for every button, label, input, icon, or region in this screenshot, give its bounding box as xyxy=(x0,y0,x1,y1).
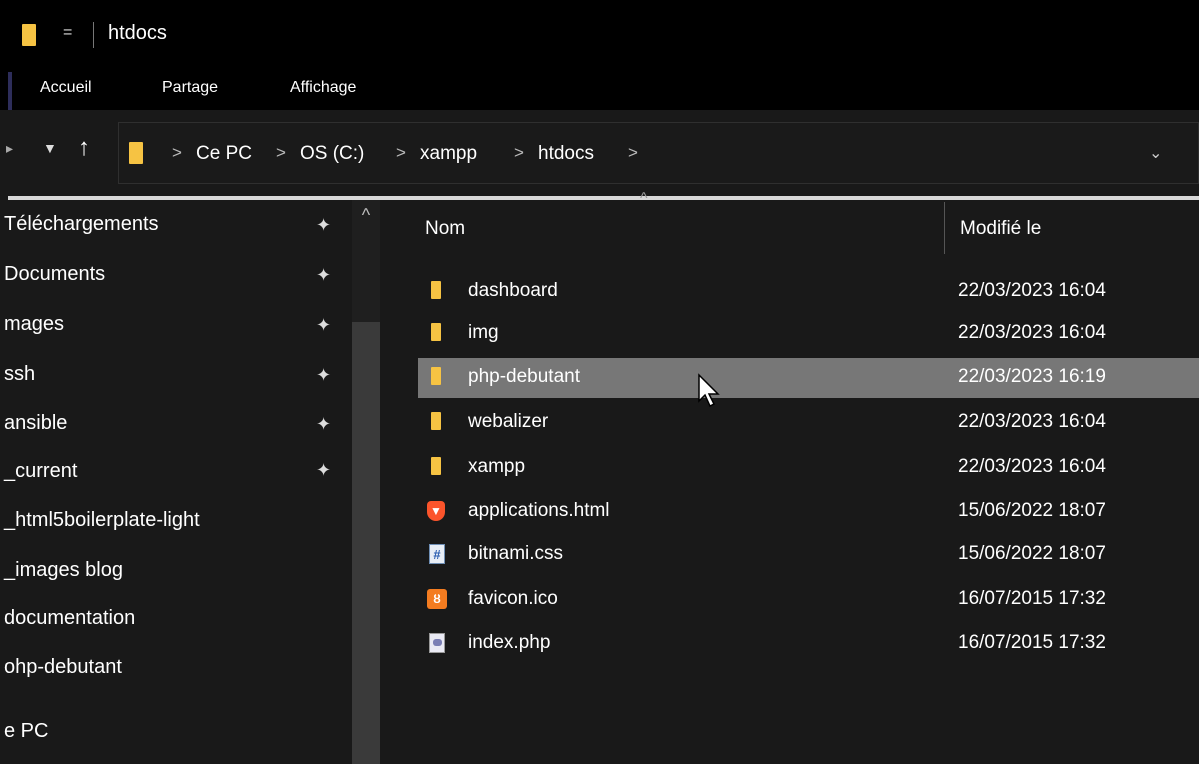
file-name: webalizer xyxy=(468,411,549,432)
breadcrumb-separator: > xyxy=(172,143,182,162)
file-row-favicon-ico[interactable]: ȣ favicon.ico 16/07/2015 17:32 xyxy=(418,580,1199,620)
breadcrumb-ce-pc[interactable]: Ce PC xyxy=(196,143,252,165)
ribbon-accent xyxy=(8,72,12,110)
xampp-icon: ȣ xyxy=(427,589,447,609)
breadcrumb-os-c[interactable]: OS (C:) xyxy=(300,143,364,165)
file-row-bitnami-css[interactable]: # bitnami.css 15/06/2022 18:07 xyxy=(418,535,1199,575)
file-name: xampp xyxy=(468,456,526,477)
nav-item-documents[interactable]: Documents xyxy=(4,263,105,286)
css-file-icon: # xyxy=(429,544,445,564)
file-name: index.php xyxy=(468,632,551,653)
breadcrumb-separator: > xyxy=(628,143,638,162)
file-name: img xyxy=(468,322,499,343)
file-row-php-debutant[interactable]: php-debutant 22/03/2023 16:19 xyxy=(418,358,1199,398)
nav-item-html5boilerplate[interactable]: _html5boilerplate-light xyxy=(4,509,200,532)
nav-item-ce-pc[interactable]: e PC xyxy=(4,720,48,743)
folder-icon xyxy=(22,24,36,46)
file-row-dashboard[interactable]: dashboard 22/03/2023 16:04 xyxy=(418,272,1199,312)
file-row-xampp[interactable]: xampp 22/03/2023 16:04 xyxy=(418,448,1199,488)
back-arrow-icon[interactable]: ▸ xyxy=(6,140,13,157)
folder-icon xyxy=(431,457,441,475)
file-row-webalizer[interactable]: webalizer 22/03/2023 16:04 xyxy=(418,403,1199,443)
breadcrumb-xampp[interactable]: xampp xyxy=(420,143,477,165)
file-row-img[interactable]: img 22/03/2023 16:04 xyxy=(418,314,1199,354)
tab-affichage[interactable]: Affichage xyxy=(290,79,356,97)
tab-accueil[interactable]: Accueil xyxy=(40,79,92,97)
column-header-name[interactable]: Nom xyxy=(425,218,465,240)
file-modified: 15/06/2022 18:07 xyxy=(958,543,1106,564)
nav-item-php-debutant[interactable]: ohp-debutant xyxy=(4,656,122,679)
folder-icon xyxy=(431,412,441,430)
pin-icon: ✦ xyxy=(316,414,332,434)
file-row-applications-html[interactable]: ▼ applications.html 15/06/2022 18:07 xyxy=(418,492,1199,532)
nav-item-documentation[interactable]: documentation xyxy=(4,607,135,630)
file-name: applications.html xyxy=(468,500,610,521)
file-modified: 22/03/2023 16:04 xyxy=(958,280,1106,301)
breadcrumb-separator: > xyxy=(396,143,406,162)
pin-icon: ✦ xyxy=(316,365,332,385)
breadcrumb-separator: > xyxy=(276,143,286,162)
file-modified: 16/07/2015 17:32 xyxy=(958,632,1106,653)
address-dropdown-chevron-icon[interactable]: ⌄ xyxy=(1149,143,1162,163)
file-name: bitnami.css xyxy=(468,543,564,564)
nav-item-current[interactable]: _current xyxy=(4,460,77,483)
breadcrumb-htdocs[interactable]: htdocs xyxy=(538,143,594,165)
file-modified: 22/03/2023 16:19 xyxy=(958,366,1106,387)
file-name: dashboard xyxy=(468,280,558,301)
file-modified: 15/06/2022 18:07 xyxy=(958,500,1106,521)
nav-item-images-blog[interactable]: _images blog xyxy=(4,559,123,582)
pin-icon: ✦ xyxy=(316,315,332,335)
sort-ascending-caret-icon: ^ xyxy=(640,190,648,207)
title-separator xyxy=(93,22,94,48)
nav-item-ssh[interactable]: ssh xyxy=(4,363,35,386)
file-modified: 22/03/2023 16:04 xyxy=(958,322,1106,343)
file-modified: 22/03/2023 16:04 xyxy=(958,411,1106,432)
folder-icon xyxy=(431,323,441,341)
column-divider[interactable] xyxy=(944,202,945,254)
brave-browser-icon: ▼ xyxy=(427,501,445,521)
file-name: php-debutant xyxy=(468,366,580,387)
file-name: favicon.ico xyxy=(468,588,558,609)
folder-icon xyxy=(431,367,441,385)
file-row-index-php[interactable]: index.php 16/07/2015 17:32 xyxy=(418,624,1199,664)
quick-access-toolbar-dropdown[interactable]: = xyxy=(63,24,72,42)
title-bar xyxy=(0,0,1199,72)
pin-icon: ✦ xyxy=(316,460,332,480)
nav-item-telechargements[interactable]: Téléchargements xyxy=(4,213,159,236)
tab-partage[interactable]: Partage xyxy=(162,79,218,97)
pin-icon: ✦ xyxy=(316,215,332,235)
column-header-modified[interactable]: Modifié le xyxy=(960,218,1041,240)
scroll-up-caret-icon[interactable]: ^ xyxy=(352,205,380,229)
nav-scrollbar-thumb[interactable] xyxy=(352,322,380,764)
address-folder-icon xyxy=(129,142,143,164)
breadcrumb-separator: > xyxy=(514,143,524,162)
file-modified: 22/03/2023 16:04 xyxy=(958,456,1106,477)
up-arrow-icon[interactable]: ↑ xyxy=(78,134,90,162)
recent-locations-chevron-icon[interactable]: ▼ xyxy=(43,140,57,156)
nav-item-ansible[interactable]: ansible xyxy=(4,412,67,435)
pin-icon: ✦ xyxy=(316,265,332,285)
file-modified: 16/07/2015 17:32 xyxy=(958,588,1106,609)
folder-icon xyxy=(431,281,441,299)
php-file-icon xyxy=(429,633,445,653)
nav-item-images[interactable]: mages xyxy=(4,313,64,336)
window-title: htdocs xyxy=(108,22,167,44)
